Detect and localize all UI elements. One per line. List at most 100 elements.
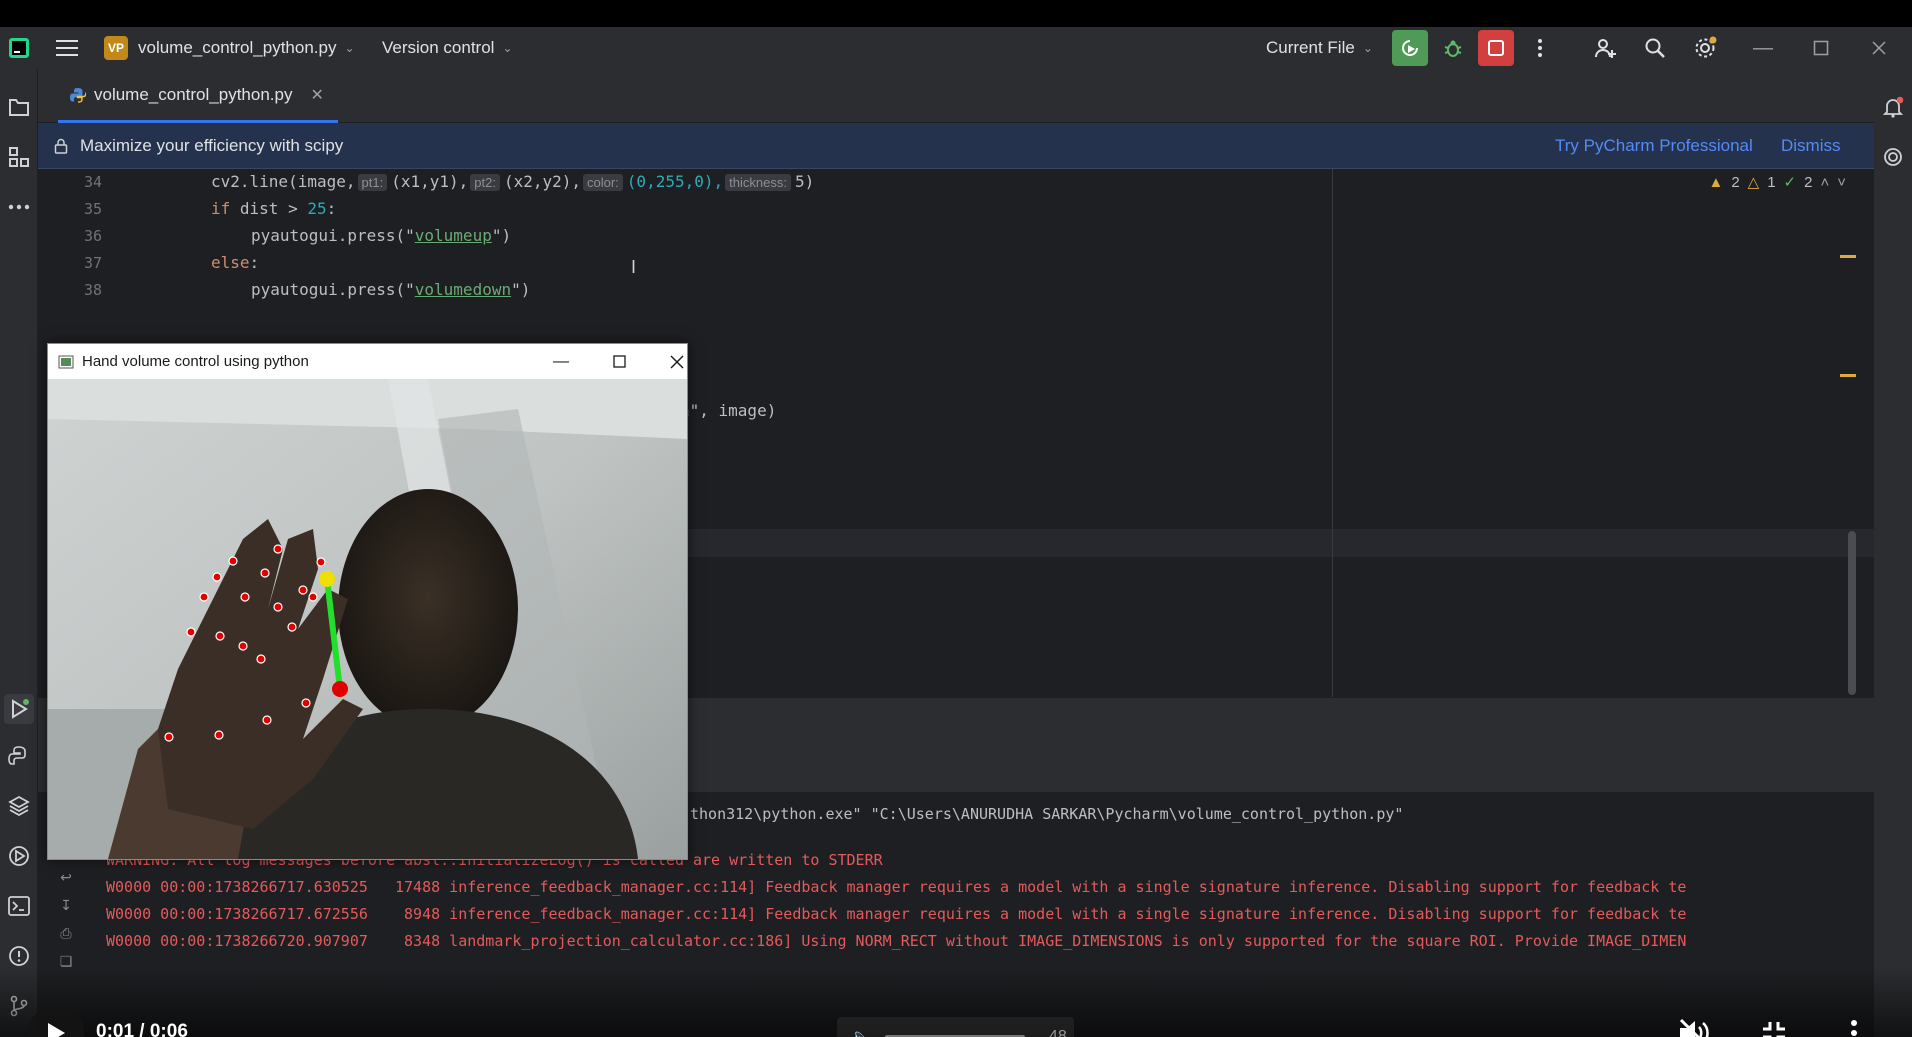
ai-assistant-button[interactable] bbox=[1881, 145, 1905, 169]
services-tool-button[interactable] bbox=[7, 844, 31, 868]
run-tool-button[interactable] bbox=[4, 694, 34, 724]
popup-title-bar[interactable]: Hand volume control using python — bbox=[48, 344, 687, 379]
tab-volume-control-python[interactable]: volume_control_python.py ✕ bbox=[58, 69, 338, 123]
chevron-down-icon: ⌄ bbox=[1362, 41, 1373, 55]
project-name: volume_control_python.py bbox=[138, 38, 337, 57]
editor-scrollbar[interactable] bbox=[1848, 531, 1856, 695]
playback-time: 0:01 / 0:06 bbox=[96, 1021, 188, 1037]
project-badge: VP bbox=[104, 36, 128, 60]
plugin-suggestion-banner: Maximize your efficiency with scipy Try … bbox=[38, 123, 1874, 169]
muted-speaker-icon bbox=[1679, 1018, 1709, 1037]
code-line-36: pyautogui.press("volumeup") bbox=[251, 226, 512, 245]
services-icon bbox=[9, 846, 29, 866]
scroll-marker-warning bbox=[1840, 374, 1856, 377]
volume-level: 48 bbox=[1048, 1028, 1067, 1037]
rerun-icon bbox=[1402, 40, 1418, 56]
warning-count: 2 bbox=[1731, 173, 1740, 191]
popup-title: Hand volume control using python bbox=[82, 353, 309, 370]
close-icon bbox=[670, 355, 684, 368]
bell-icon bbox=[1882, 96, 1904, 118]
more-actions-button[interactable] bbox=[1522, 30, 1558, 66]
version-control-menu[interactable]: Version control ⌄ bbox=[382, 38, 513, 58]
inspection-widget[interactable]: ▲ 2 △ 1 ✓ 2 ˄ ˅ bbox=[1708, 173, 1846, 192]
chevron-down-icon: ⌄ bbox=[344, 41, 355, 55]
checkmark-icon: ✓ bbox=[1783, 174, 1797, 191]
project-tool-button[interactable] bbox=[7, 95, 31, 119]
popup-maximize-button[interactable] bbox=[590, 344, 648, 379]
problems-tool-button[interactable] bbox=[7, 944, 31, 968]
run-icon bbox=[12, 699, 29, 719]
code-line-35: if dist > 25: bbox=[211, 199, 337, 218]
code-line-37: else: bbox=[211, 253, 260, 272]
structure-tool-button[interactable] bbox=[7, 145, 31, 169]
stop-icon bbox=[1488, 40, 1504, 56]
scroll-to-end-icon[interactable]: ↧ bbox=[56, 895, 76, 915]
volume-control[interactable]: 🔈 48 bbox=[837, 1017, 1074, 1037]
more-tools-button[interactable] bbox=[7, 195, 31, 219]
weak-warning-count: 1 bbox=[1767, 173, 1776, 191]
code-line-34: cv2.line(image, pt1: (x1,y1), pt2: (x2,y2), c… bbox=[211, 172, 815, 191]
project-selector[interactable]: VP volume_control_python.py ⌄ bbox=[104, 36, 355, 60]
play-icon bbox=[48, 1023, 65, 1037]
param-hint: color: bbox=[583, 174, 623, 191]
minimize-window-button[interactable]: — bbox=[1745, 30, 1781, 66]
try-pycharm-pro-link[interactable]: Try PyCharm Professional bbox=[1555, 136, 1753, 156]
soft-wrap-icon[interactable]: ↩ bbox=[56, 867, 76, 887]
chevron-down-icon[interactable]: ˅ bbox=[1837, 174, 1846, 191]
video-player-controls: 0:01 / 0:06 🔈 48 bbox=[0, 967, 1912, 1037]
search-everywhere-button[interactable] bbox=[1637, 30, 1673, 66]
search-icon bbox=[1645, 38, 1665, 58]
code-with-me-button[interactable] bbox=[1587, 30, 1623, 66]
rerun-button[interactable] bbox=[1392, 30, 1428, 66]
stop-button[interactable] bbox=[1478, 30, 1514, 66]
maximize-icon bbox=[612, 355, 626, 368]
close-tab-icon[interactable]: ✕ bbox=[310, 85, 323, 105]
dismiss-link[interactable]: Dismiss bbox=[1781, 136, 1841, 156]
ai-assistant-icon bbox=[1884, 148, 1902, 166]
layers-icon bbox=[8, 795, 30, 817]
run-config-selector[interactable]: Current File ⌄ bbox=[1266, 38, 1373, 58]
print-icon[interactable]: ⎙ bbox=[56, 923, 76, 943]
opencv-preview-window[interactable]: Hand volume control using python — bbox=[47, 343, 688, 860]
run-config-label: Current File bbox=[1266, 38, 1355, 57]
maximize-window-button[interactable] bbox=[1803, 30, 1839, 66]
play-button[interactable] bbox=[28, 1005, 84, 1037]
param-hint: thickness: bbox=[725, 174, 791, 191]
layers-tool-button[interactable] bbox=[7, 794, 31, 818]
chevron-down-icon: ⌄ bbox=[502, 41, 513, 55]
exit-fullscreen-button[interactable] bbox=[1752, 1011, 1796, 1037]
notifications-button[interactable] bbox=[1881, 95, 1905, 119]
player-more-options-button[interactable] bbox=[1832, 1011, 1876, 1037]
settings-button[interactable] bbox=[1687, 30, 1723, 66]
maximize-icon bbox=[1813, 40, 1829, 56]
python-packages-button[interactable] bbox=[7, 744, 31, 768]
terminal-tool-button[interactable] bbox=[7, 894, 31, 918]
popup-close-button[interactable] bbox=[648, 344, 706, 379]
terminal-icon bbox=[8, 896, 30, 916]
current-line-highlight bbox=[686, 529, 1874, 557]
thumb-tip-marker bbox=[332, 681, 348, 697]
debug-button[interactable] bbox=[1435, 30, 1471, 66]
speaker-icon: 🔈 bbox=[851, 1027, 871, 1037]
more-vertical-icon bbox=[1851, 1020, 1857, 1036]
main-menu-button[interactable] bbox=[56, 39, 78, 57]
user-add-icon bbox=[1595, 39, 1616, 58]
mute-button[interactable] bbox=[1672, 1011, 1716, 1037]
popup-minimize-button[interactable]: — bbox=[532, 344, 590, 379]
chevron-up-icon[interactable]: ˄ bbox=[1820, 174, 1829, 191]
window-app-icon bbox=[58, 355, 74, 368]
mouse-ibeam-cursor-icon: I bbox=[631, 257, 637, 277]
minimize-icon: — bbox=[553, 352, 569, 370]
ok-count: 2 bbox=[1804, 173, 1813, 191]
webcam-feed bbox=[48, 379, 687, 859]
minimize-icon: — bbox=[1753, 36, 1773, 59]
close-window-button[interactable] bbox=[1861, 30, 1897, 66]
warning-icon: ▲ bbox=[1708, 173, 1724, 191]
pycharm-window: VP volume_control_python.py ⌄ Version co… bbox=[0, 27, 1912, 1037]
weak-warning-icon: △ bbox=[1747, 174, 1760, 191]
line-number: 35 bbox=[83, 200, 102, 218]
problems-icon bbox=[9, 946, 29, 966]
more-vertical-icon bbox=[1538, 39, 1542, 57]
version-control-label: Version control bbox=[382, 38, 495, 57]
gear-icon bbox=[1695, 36, 1717, 58]
